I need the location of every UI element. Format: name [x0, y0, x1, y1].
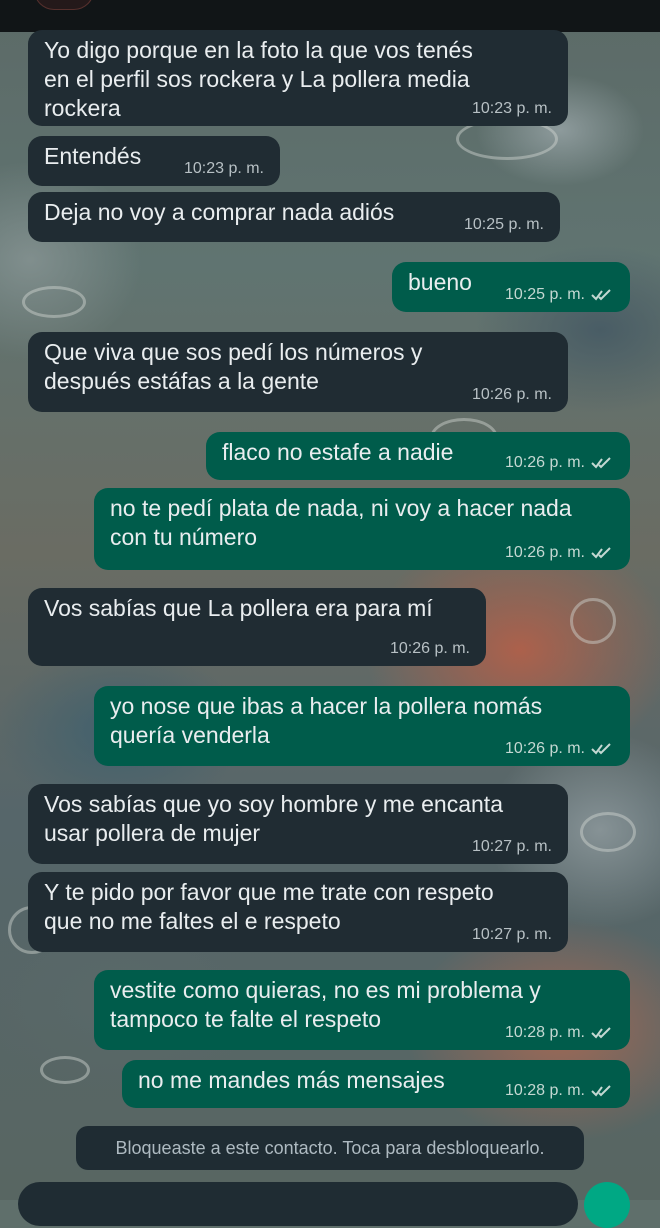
message-time-label: 10:25 p. m. [504, 286, 585, 303]
incoming-message[interactable]: Vos sabías que yo soy hombre y me encant… [28, 784, 568, 864]
message-text: Yo digo porque en la foto la que vos ten… [44, 37, 473, 121]
message-time: 10:27 p. m. [471, 926, 552, 943]
outgoing-message[interactable]: no te pedí plata de nada, ni voy a hacer… [94, 488, 630, 570]
incoming-message[interactable]: Y te pido por favor que me trate con res… [28, 872, 568, 952]
message-time: 10:27 p. m. [471, 838, 552, 855]
incoming-message[interactable]: Entendés 10:23 p. m. [28, 136, 280, 186]
message-text: no te pedí plata de nada, ni voy a hacer… [110, 495, 572, 550]
message-input[interactable] [18, 1182, 578, 1226]
outgoing-message[interactable]: vestite como quieras, no es mi problema … [94, 970, 630, 1050]
blocked-contact-notice[interactable]: Bloqueaste a este contacto. Toca para de… [76, 1126, 584, 1170]
message-time-label: 10:28 p. m. [504, 1024, 585, 1041]
mic-icon[interactable] [584, 1182, 630, 1228]
double-check-icon [591, 457, 611, 469]
message-text: Que viva que sos pedí los números y desp… [44, 339, 423, 394]
message-time-label: 10:28 p. m. [504, 1082, 585, 1099]
double-check-icon [591, 547, 611, 559]
message-text: Deja no voy a comprar nada adiós [44, 199, 395, 225]
outgoing-message[interactable]: no me mandes más mensajes 10:28 p. m. [122, 1060, 630, 1108]
message-time: 10:26 p. m. [389, 640, 470, 657]
message-text: Entendés [44, 143, 142, 169]
message-text: vestite como quieras, no es mi problema … [110, 977, 541, 1032]
message-time: 10:25 p. m. [505, 286, 614, 304]
message-time: 10:26 p. m. [505, 740, 614, 758]
message-time: 10:26 p. m. [471, 386, 552, 403]
message-time: 10:26 p. m. [505, 544, 614, 562]
message-time-label: 10:26 p. m. [504, 740, 585, 757]
outgoing-message[interactable]: flaco no estafe a nadie 10:26 p. m. [206, 432, 630, 480]
incoming-message[interactable]: Deja no voy a comprar nada adiós 10:25 p… [28, 192, 560, 242]
message-time: 10:23 p. m. [471, 100, 552, 117]
incoming-message[interactable]: Que viva que sos pedí los números y desp… [28, 332, 568, 412]
message-text: Y te pido por favor que me trate con res… [44, 879, 494, 934]
incoming-message[interactable]: Yo digo porque en la foto la que vos ten… [28, 30, 568, 126]
message-text: flaco no estafe a nadie [222, 439, 454, 465]
message-time-label: 10:26 p. m. [504, 454, 585, 471]
incoming-message[interactable]: Vos sabías que La pollera era para mí 10… [28, 588, 486, 666]
message-text: yo nose que ibas a hacer la pollera nomá… [110, 693, 543, 748]
message-text: Vos sabías que La pollera era para mí [44, 595, 433, 621]
double-check-icon [591, 1085, 611, 1097]
message-text: Vos sabías que yo soy hombre y me encant… [44, 791, 503, 846]
message-text: no me mandes más mensajes [138, 1067, 445, 1093]
double-check-icon [591, 289, 611, 301]
double-check-icon [591, 1027, 611, 1039]
double-check-icon [591, 743, 611, 755]
message-time: 10:28 p. m. [505, 1082, 614, 1100]
message-time: 10:23 p. m. [183, 160, 264, 177]
message-list: Yo digo porque en la foto la que vos ten… [0, 0, 660, 1200]
outgoing-message[interactable]: yo nose que ibas a hacer la pollera nomá… [94, 686, 630, 766]
message-time: 10:26 p. m. [505, 454, 614, 472]
message-time: 10:25 p. m. [463, 216, 544, 233]
message-time-label: 10:26 p. m. [504, 544, 585, 561]
message-time: 10:28 p. m. [505, 1024, 614, 1042]
outgoing-message[interactable]: bueno 10:25 p. m. [392, 262, 630, 312]
message-text: bueno [408, 269, 472, 295]
